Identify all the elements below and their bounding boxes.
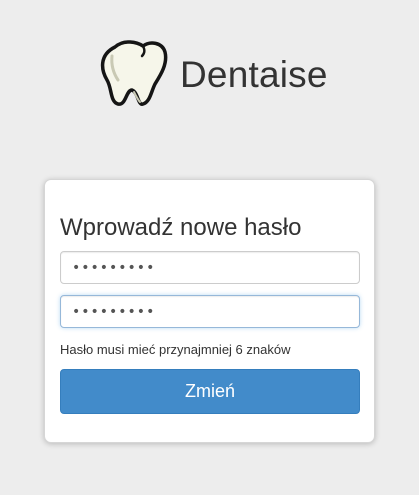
new-password-field[interactable] (60, 251, 360, 284)
change-password-card: Wprowadź nowe hasło Hasło musi mieć przy… (44, 179, 375, 443)
reset-password-page: Dentaise Wprowadź nowe hasło Hasło musi … (0, 0, 419, 495)
change-password-button[interactable]: Zmień (60, 369, 360, 414)
tooth-icon (100, 40, 168, 106)
confirm-password-field[interactable] (60, 295, 360, 328)
form-title: Wprowadź nowe hasło (60, 214, 302, 241)
brand-header: Dentaise (98, 40, 328, 108)
brand-name: Dentaise (180, 53, 328, 95)
password-hint: Hasło musi mieć przynajmniej 6 znaków (60, 342, 291, 357)
